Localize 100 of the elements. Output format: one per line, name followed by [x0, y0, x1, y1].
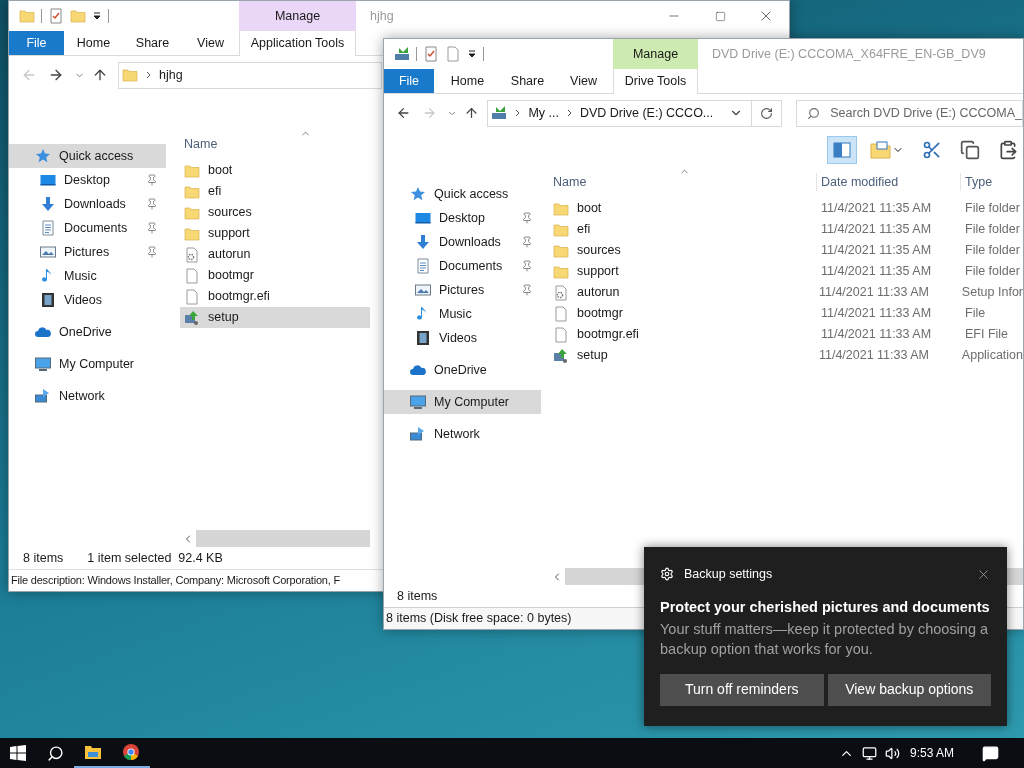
- file-row[interactable]: bootmgr 11/4/2021 11:33 AM File: [549, 303, 1023, 324]
- nav-item[interactable]: Quick access: [9, 144, 166, 168]
- picture-icon: [40, 244, 56, 260]
- file-name: support: [577, 263, 619, 281]
- nav-label: Desktop: [64, 171, 111, 189]
- forward-icon[interactable]: [48, 67, 64, 83]
- nav-item[interactable]: Music: [384, 302, 541, 326]
- column-header[interactable]: Type: [960, 172, 1023, 192]
- nav-item[interactable]: Pictures: [384, 278, 541, 302]
- nav-item[interactable]: Documents: [9, 216, 166, 240]
- nav-label: OneDrive: [434, 361, 488, 379]
- column-header[interactable]: Name: [549, 172, 816, 192]
- nav-label: Downloads: [439, 233, 502, 251]
- network-icon[interactable]: [861, 745, 877, 761]
- nav-item[interactable]: My Computer: [384, 390, 541, 414]
- up-icon[interactable]: [92, 67, 108, 83]
- column-header[interactable]: Date modified: [816, 172, 960, 192]
- gear-document-icon: [184, 246, 200, 263]
- file-name: sources: [577, 242, 621, 260]
- ribbon-tab[interactable]: Home: [64, 31, 123, 55]
- file-row[interactable]: sources: [180, 202, 370, 223]
- computer-icon: [35, 356, 51, 372]
- checklist-icon: [48, 8, 64, 24]
- ribbon-tab[interactable]: Share: [501, 69, 554, 93]
- nav-item[interactable]: Downloads: [9, 192, 166, 216]
- nav-item[interactable]: Videos: [384, 326, 541, 350]
- file-details-text: File description: Windows Installer, Company: Microsoft Corporation, F: [11, 573, 340, 589]
- ribbon-tab[interactable]: File: [384, 69, 434, 93]
- toast-button[interactable]: Turn off reminders: [660, 673, 824, 706]
- toast-heading: Protect your cherished pictures and documents: [660, 598, 991, 617]
- nav-item[interactable]: Desktop: [384, 206, 541, 230]
- ribbon-tab[interactable]: View: [554, 69, 613, 93]
- breadcrumb-item[interactable]: My ...: [528, 103, 559, 123]
- file-row[interactable]: efi: [180, 181, 370, 202]
- back-icon[interactable]: [396, 105, 411, 121]
- nav-item[interactable]: Videos: [9, 288, 166, 312]
- ribbon-tab[interactable]: Drive Tools: [613, 69, 698, 94]
- nav-item[interactable]: Desktop: [9, 168, 166, 192]
- folder-icon: [184, 183, 200, 200]
- cloud-icon: [35, 324, 51, 340]
- ribbon-tab[interactable]: Home: [434, 69, 501, 93]
- date-cell-text: 11/4/2021 11:33 AM: [820, 326, 933, 344]
- nav-item[interactable]: Downloads: [384, 230, 541, 254]
- file-row[interactable]: bootmgr.efi 11/4/2021 11:33 AM EFI File: [549, 324, 1023, 345]
- nav-item[interactable]: OneDrive: [384, 358, 541, 382]
- context-tab-header: Manage: [239, 1, 356, 31]
- file-row[interactable]: support: [180, 223, 370, 244]
- file-row[interactable]: support 11/4/2021 11:35 AM File folder: [549, 261, 1023, 282]
- toast-button[interactable]: View backup options: [827, 673, 991, 706]
- clock[interactable]: 9:53 AM: [909, 744, 954, 762]
- nav-item[interactable]: Documents: [384, 254, 541, 278]
- file-row[interactable]: autorun 11/4/2021 11:33 AM Setup Infor: [549, 282, 1023, 303]
- nav-item[interactable]: Music: [9, 264, 166, 288]
- file-name: setup: [577, 347, 608, 365]
- nav-item[interactable]: Network: [9, 384, 166, 408]
- star-icon: [35, 148, 51, 164]
- nav-item[interactable]: My Computer: [9, 352, 166, 376]
- nav-label: My Computer: [434, 393, 511, 411]
- folder-icon: [19, 8, 35, 24]
- address-bar[interactable]: My ... DVD Drive (E:) CCCO...: [487, 99, 783, 127]
- nav-item[interactable]: Network: [384, 422, 541, 446]
- breadcrumb-item[interactable]: DVD Drive (E:) CCCO...: [579, 103, 714, 123]
- nav-item[interactable]: OneDrive: [9, 320, 166, 344]
- column-header[interactable]: Name: [180, 134, 370, 154]
- file-row[interactable]: efi 11/4/2021 11:35 AM File folder: [549, 219, 1023, 240]
- address-bar[interactable]: hjhg: [118, 61, 382, 89]
- breadcrumb-item[interactable]: hjhg: [159, 65, 183, 85]
- status-bar-text: 8 items (Disk free space: 0 bytes): [385, 610, 572, 628]
- notifications-icon[interactable]: [982, 744, 999, 762]
- refresh-icon[interactable]: [760, 106, 774, 120]
- file-row[interactable]: bootmgr.efi: [180, 286, 370, 307]
- file-row[interactable]: setup 11/4/2021 11:33 AM Application: [549, 345, 1023, 366]
- folder-icon: [553, 242, 569, 259]
- file-name: setup: [208, 309, 239, 327]
- ribbon-tab[interactable]: File: [9, 31, 64, 55]
- folder-icon: [184, 225, 200, 242]
- ribbon-tab[interactable]: Application Tools: [239, 31, 356, 56]
- file-row[interactable]: setup: [180, 307, 370, 328]
- nav-item[interactable]: Pictures: [9, 240, 166, 264]
- file-row[interactable]: sources 11/4/2021 11:35 AM File folder: [549, 240, 1023, 261]
- file-row[interactable]: boot: [180, 160, 370, 181]
- file-name: bootmgr.efi: [577, 326, 639, 344]
- type-cell-text: File: [964, 305, 986, 323]
- volume-icon[interactable]: [884, 745, 900, 761]
- toast-app-name: Backup settings: [684, 565, 773, 583]
- file-row[interactable]: boot 11/4/2021 11:35 AM File folder: [549, 198, 1023, 219]
- document-icon: [40, 220, 56, 236]
- search-field[interactable]: Search DVD Drive (E:) CCCOMA_: [796, 99, 1023, 127]
- status-text: 8 items: [397, 587, 438, 605]
- nav-label: OneDrive: [59, 323, 113, 341]
- file-name: efi: [577, 221, 591, 239]
- type-cell-text: Setup Infor: [960, 284, 1023, 302]
- type-cell-text: File folder: [964, 200, 1020, 218]
- file-row[interactable]: autorun: [180, 244, 370, 265]
- ribbon-tab[interactable]: View: [182, 31, 239, 55]
- file-row[interactable]: bootmgr: [180, 265, 370, 286]
- network-icon: [35, 388, 51, 404]
- nav-item[interactable]: Quick access: [384, 182, 541, 206]
- preview-pane-button[interactable]: [827, 136, 857, 164]
- ribbon-tab[interactable]: Share: [123, 31, 182, 55]
